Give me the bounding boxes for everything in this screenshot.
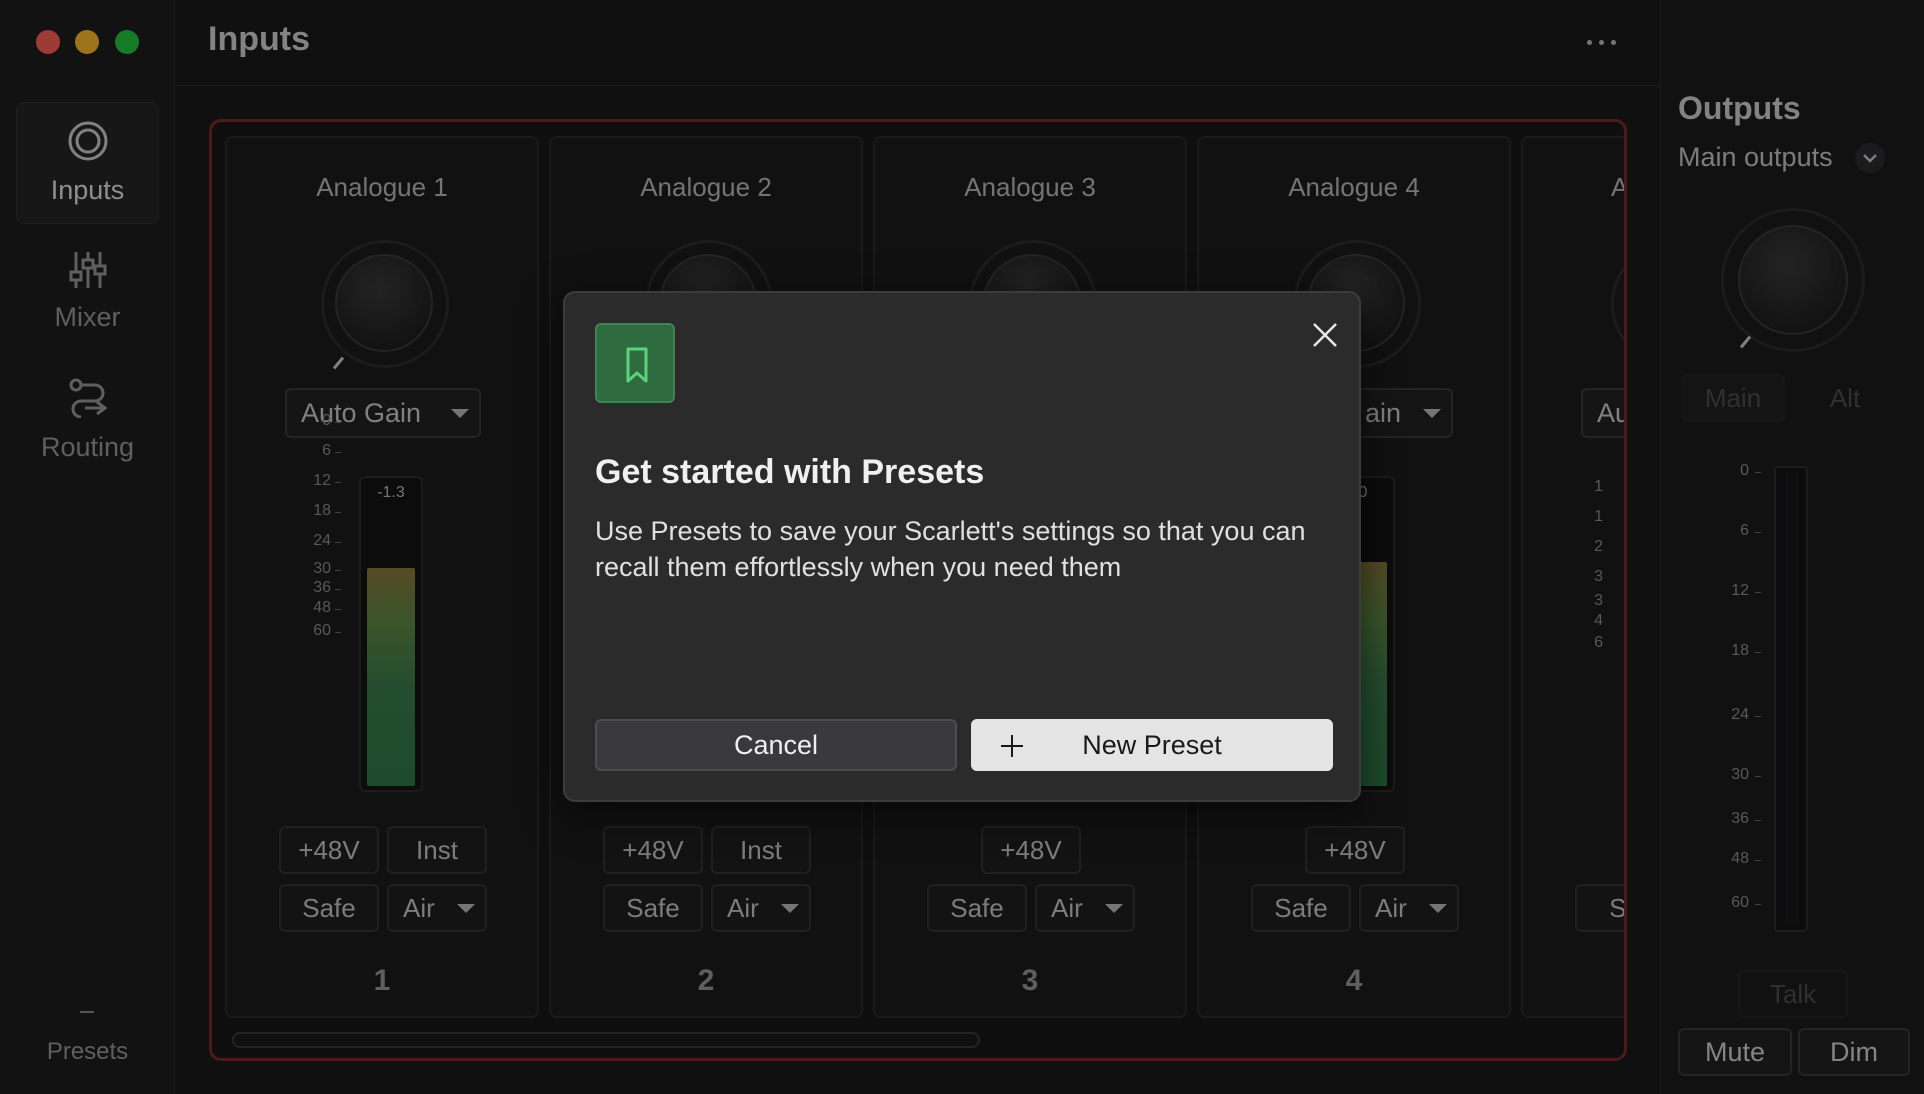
new-preset-button[interactable]: New Preset bbox=[971, 719, 1333, 771]
presets-dialog: Get started with Presets Use Presets to … bbox=[563, 291, 1361, 802]
bookmark-icon bbox=[595, 323, 675, 403]
new-preset-label: New Preset bbox=[1082, 730, 1222, 760]
dialog-body: Use Presets to save your Scarlett's sett… bbox=[595, 513, 1335, 585]
app-window: Inputs Mixer R bbox=[0, 0, 1924, 1094]
plus-icon bbox=[1001, 735, 1023, 757]
dialog-title: Get started with Presets bbox=[595, 453, 984, 492]
cancel-button[interactable]: Cancel bbox=[595, 719, 957, 771]
close-icon[interactable] bbox=[1307, 317, 1343, 353]
